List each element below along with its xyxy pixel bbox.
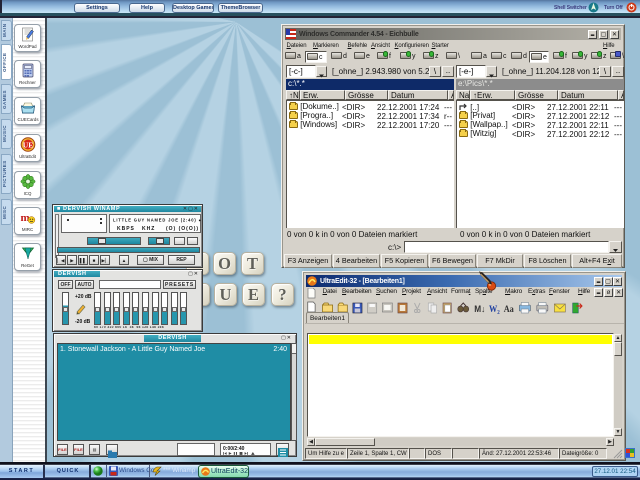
- svg-text:UE: UE: [22, 140, 32, 149]
- svg-text:Aa: Aa: [504, 304, 515, 314]
- svg-text:W₂: W₂: [489, 304, 500, 314]
- svg-text:M↓: M↓: [474, 304, 485, 314]
- svg-text:m: m: [20, 212, 29, 224]
